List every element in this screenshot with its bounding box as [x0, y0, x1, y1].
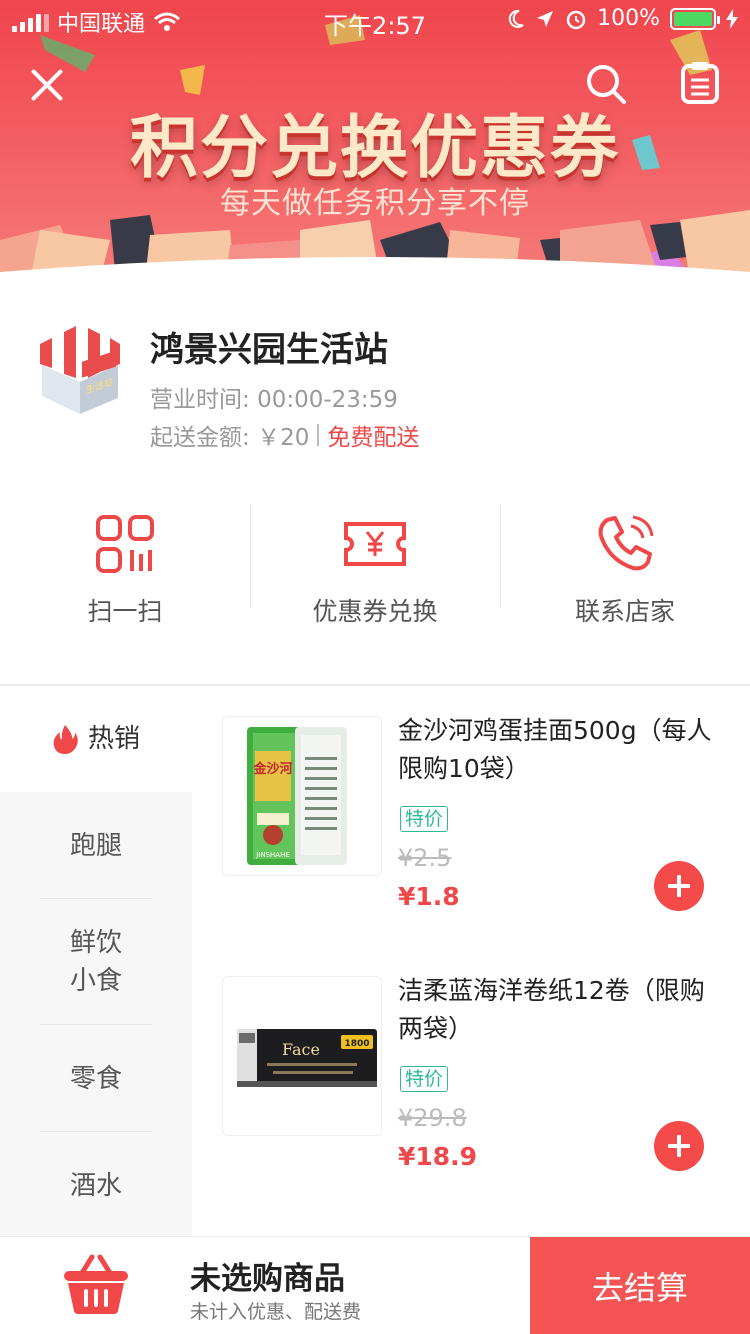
coupon-exchange-label: 优惠券兑换: [312, 597, 438, 626]
category-label: 鲜饮 小食: [69, 928, 122, 996]
product-title: 洁柔蓝海洋卷纸12卷（限购两袋）: [398, 976, 705, 1043]
add-to-cart-button[interactable]: [654, 1121, 704, 1171]
battery-percent: 100%: [597, 6, 660, 31]
category-label: 零食: [69, 1063, 122, 1094]
special-price-tag: 特价: [400, 806, 449, 832]
category-label: 酒水: [69, 1170, 122, 1201]
package-badge: 1800: [344, 1039, 369, 1049]
noodle-package-image: 金沙河 JINSHAHE: [247, 727, 347, 865]
category-liquor[interactable]: 酒水: [0, 1132, 192, 1239]
separator: [317, 424, 320, 446]
cart-bar: 未选购商品 未计入优惠、配送费 去结算: [0, 1236, 750, 1334]
special-price-tag: 特价: [400, 1066, 449, 1092]
banner-title: 积分兑换优惠券: [129, 109, 620, 188]
status-bar: 中国联通 下午2:57 100%: [0, 0, 750, 40]
original-price: ¥2.5: [398, 844, 452, 872]
original-price: ¥29.8: [398, 1104, 467, 1132]
action-row: 扫一扫 优惠券兑换 联系店家: [0, 504, 750, 634]
scan-label: 扫一扫: [87, 597, 163, 626]
cart-status-title: 未选购商品: [190, 1261, 345, 1297]
tissue-package-image: Face 1800: [237, 1029, 377, 1087]
phone-icon: [598, 515, 654, 571]
cart-status-subtitle: 未计入优惠、配送费: [190, 1301, 362, 1323]
category-label: 跑腿: [69, 830, 122, 861]
scan-button[interactable]: 扫一扫: [0, 504, 250, 634]
category-label: 热销: [87, 724, 140, 754]
free-delivery-label: 免费配送: [327, 425, 420, 451]
min-order-label: 起送金额:: [150, 425, 250, 451]
product-title: 金沙河鸡蛋挂面500g（每人限购10袋）: [398, 716, 712, 783]
product-card[interactable]: Face 1800 洁柔蓝海洋卷纸12卷（限购两袋） 特价 ¥29.8 ¥18.…: [192, 976, 750, 1216]
shop-name: 鸿景兴园生活站: [150, 330, 388, 370]
fire-icon: [53, 725, 78, 754]
location-arrow-icon: [537, 10, 554, 27]
alarm-icon: [566, 10, 586, 29]
package-subtext: JINSHAHE: [255, 851, 290, 859]
category-sidebar: 热销 跑腿 鲜饮 小食 零食 酒水: [0, 686, 192, 1236]
product-card[interactable]: 金沙河 JINSHAHE 金沙河鸡蛋挂面500g（每人限购10袋） 特价 ¥2.…: [192, 716, 750, 956]
contact-store-button[interactable]: 联系店家: [500, 504, 750, 634]
basket-icon[interactable]: [62, 1253, 130, 1315]
min-order-value: ￥20: [257, 425, 310, 451]
product-list: 金沙河 JINSHAHE 金沙河鸡蛋挂面500g（每人限购10袋） 特价 ¥2.…: [192, 686, 750, 1236]
header-banner: 中国联通 下午2:57 100% 积分兑换优惠券 每天做任务积分享不停: [0, 0, 750, 280]
category-snacks[interactable]: 零食: [0, 1025, 192, 1132]
package-brand: 金沙河: [252, 761, 292, 777]
checkout-button[interactable]: 去结算: [530, 1237, 750, 1334]
hours-value: 00:00-23:59: [257, 387, 398, 413]
add-to-cart-button[interactable]: [654, 861, 704, 911]
product-image[interactable]: 金沙河 JINSHAHE: [222, 716, 382, 876]
shop-minimum: 起送金额: ￥20 免费配送: [150, 418, 419, 452]
storefront-icon: 生活站: [40, 324, 120, 414]
category-drinks-snacks[interactable]: 鲜饮 小食: [0, 899, 192, 1025]
sale-price: ¥1.8: [398, 882, 460, 911]
battery-icon: [670, 7, 720, 30]
coupon-icon: [344, 522, 406, 566]
sale-price: ¥18.9: [398, 1142, 478, 1171]
shop-hours: 营业时间: 00:00-23:59: [150, 380, 398, 414]
contact-store-label: 联系店家: [574, 597, 675, 626]
category-errand[interactable]: 跑腿: [0, 792, 192, 899]
coupon-pile-decoration: [0, 210, 750, 280]
scan-icon: [96, 515, 154, 573]
category-hot[interactable]: 热销: [0, 686, 192, 792]
moon-icon: [508, 9, 524, 28]
package-brand: Face: [282, 1040, 320, 1059]
charging-icon: [726, 8, 738, 29]
shop-info: 生活站 鸿景兴园生活站 营业时间: 00:00-23:59 起送金额: ￥20 …: [0, 300, 750, 460]
hours-label: 营业时间:: [150, 387, 250, 413]
coupon-exchange-button[interactable]: 优惠券兑换: [250, 504, 500, 634]
product-image[interactable]: Face 1800: [222, 976, 382, 1136]
